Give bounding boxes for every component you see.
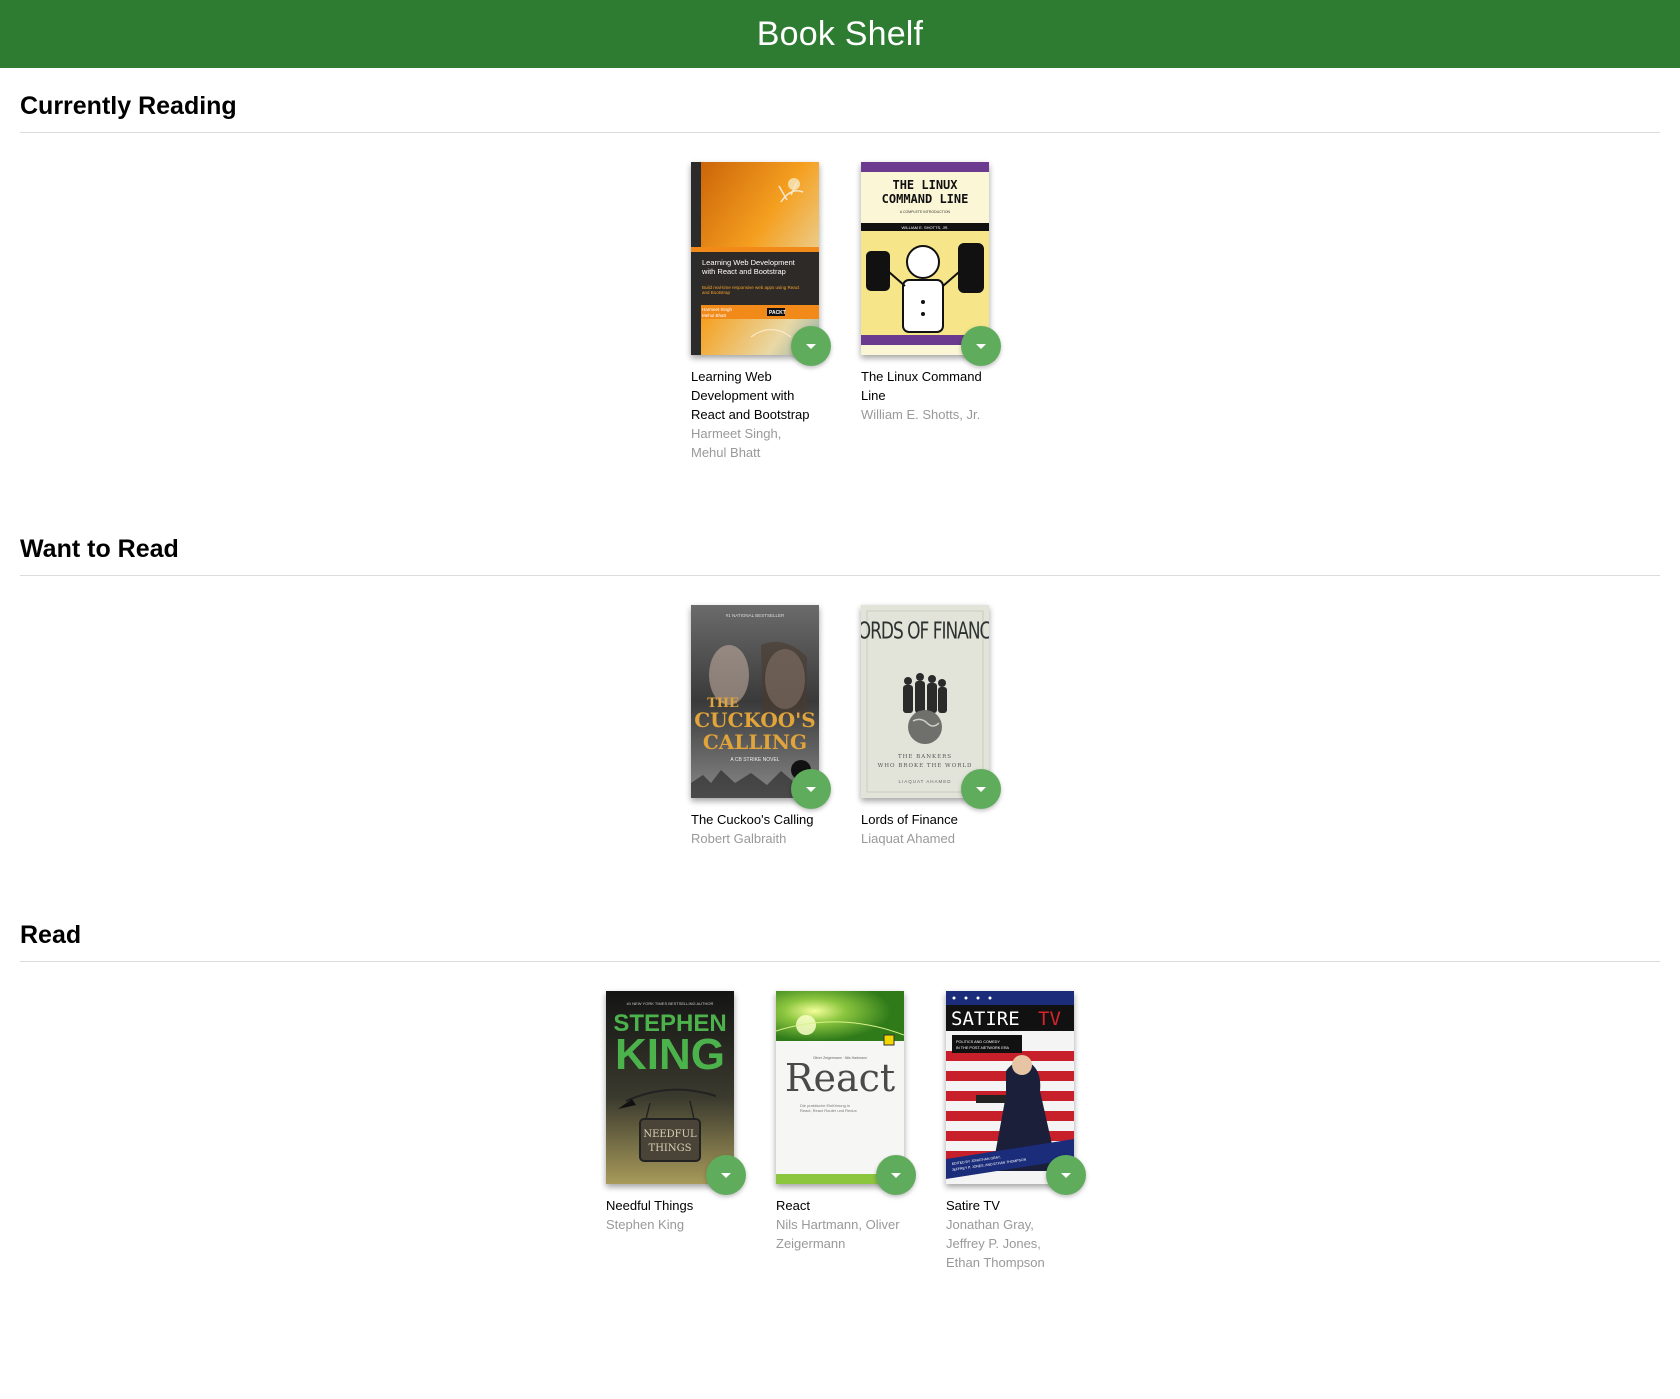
- book-item: #1 NATIONAL BESTSELLER THE CUCKOO'S CALL…: [691, 605, 831, 848]
- svg-text:#1 NEW YORK TIMES BESTSELLING: #1 NEW YORK TIMES BESTSELLING AUTHOR: [627, 1001, 714, 1006]
- shelf-want-to-read: Want to Read #1 NATIONAL BESTSELLER THE: [20, 531, 1660, 846]
- book-item: SATIRE TV POLITICS AND COMEDY IN THE POS…: [946, 991, 1086, 1272]
- svg-text:IN THE POST-NETWORK ERA: IN THE POST-NETWORK ERA: [956, 1046, 1010, 1050]
- arrow-drop-down-icon: [806, 786, 816, 792]
- books-grid: #1 NEW YORK TIMES BESTSELLING AUTHOR STE…: [20, 991, 1660, 1272]
- shelf-changer-button[interactable]: [961, 769, 1001, 809]
- svg-text:TV: TV: [1038, 1008, 1061, 1030]
- svg-text:THINGS: THINGS: [649, 1143, 692, 1154]
- svg-text:React: React: [785, 1056, 895, 1100]
- book-cover[interactable]: SATIRE TV POLITICS AND COMEDY IN THE POS…: [946, 991, 1074, 1184]
- svg-text:WHO BROKE THE WORLD: WHO BROKE THE WORLD: [878, 763, 973, 769]
- book-title: Lords of Finance: [861, 812, 958, 827]
- svg-text:SATIRE: SATIRE: [951, 1008, 1020, 1030]
- svg-text:A COMPLETE INTRODUCTION: A COMPLETE INTRODUCTION: [900, 210, 951, 214]
- book-title: Needful Things: [606, 1198, 694, 1213]
- svg-text:React, React Router und Redux: React, React Router und Redux: [800, 1108, 857, 1113]
- app-title: Book Shelf: [756, 14, 924, 53]
- book-item: Oliver Zeigermann · Nils Hartmann React …: [776, 991, 916, 1272]
- arrow-drop-down-icon: [1061, 1172, 1071, 1178]
- shelf-title: Currently Reading: [20, 88, 1660, 133]
- shelf-changer-button[interactable]: [706, 1155, 746, 1195]
- book-cover[interactable]: THE LINUX COMMAND LINE A COMPLETE INTROD…: [861, 162, 989, 355]
- shelf-changer-button[interactable]: [961, 326, 1001, 366]
- svg-text:CUCKOO'S: CUCKOO'S: [694, 708, 816, 732]
- shelf-changer-button[interactable]: [791, 326, 831, 366]
- svg-text:KING: KING: [615, 1030, 725, 1079]
- svg-text:LORDS OF FINANCE: LORDS OF FINANCE: [861, 617, 989, 644]
- book-cover[interactable]: #1 NATIONAL BESTSELLER THE CUCKOO'S CALL…: [691, 605, 819, 798]
- book-authors: Nils Hartmann, Oliver Zeigermann: [776, 1217, 900, 1251]
- arrow-drop-down-icon: [976, 343, 986, 349]
- svg-text:CALLING: CALLING: [703, 730, 807, 754]
- book-authors: Robert Galbraith: [691, 831, 787, 846]
- book-cover[interactable]: Oliver Zeigermann · Nils Hartmann React …: [776, 991, 904, 1184]
- arrow-drop-down-icon: [891, 1172, 901, 1178]
- book-authors: Liaquat Ahamed: [861, 831, 955, 846]
- book-authors: William E. Shotts, Jr.: [861, 407, 981, 422]
- book-item: #1 NEW YORK TIMES BESTSELLING AUTHOR STE…: [606, 991, 746, 1272]
- book-title: Satire TV: [946, 1198, 1000, 1213]
- svg-text:COMMAND LINE: COMMAND LINE: [882, 192, 969, 206]
- shelf-title: Want to Read: [20, 531, 1660, 576]
- shelf-title: Read: [20, 917, 1660, 962]
- book-item: LORDS OF FINANCE THE BANKERS WHO BROKE T…: [861, 605, 1001, 848]
- svg-text:WILLIAM E. SHOTTS, JR.: WILLIAM E. SHOTTS, JR.: [902, 225, 949, 230]
- book-cover[interactable]: LORDS OF FINANCE THE BANKERS WHO BROKE T…: [861, 605, 989, 798]
- svg-text:NEEDFUL: NEEDFUL: [643, 1129, 697, 1140]
- book-authors: Stephen King: [606, 1217, 685, 1232]
- svg-text:THE LINUX: THE LINUX: [892, 178, 958, 192]
- book-cover[interactable]: Learning Web Development with React and B…: [691, 162, 819, 355]
- book-authors: Harmeet Singh, Mehul Bhatt: [691, 426, 782, 460]
- svg-text:Harmeet Singh: Harmeet Singh: [702, 307, 733, 312]
- book-title: React: [776, 1198, 810, 1213]
- svg-text:Mehul Bhatt: Mehul Bhatt: [702, 313, 727, 318]
- book-title: The Cuckoo's Calling: [691, 812, 814, 827]
- svg-text:THE BANKERS: THE BANKERS: [898, 754, 952, 760]
- cover-text: Learning Web Development with React and B…: [701, 258, 796, 276]
- arrow-drop-down-icon: [806, 343, 816, 349]
- book-title: Learning Web Development with React and …: [691, 369, 810, 422]
- books-grid: #1 NATIONAL BESTSELLER THE CUCKOO'S CALL…: [20, 605, 1660, 848]
- arrow-drop-down-icon: [976, 786, 986, 792]
- book-cover[interactable]: #1 NEW YORK TIMES BESTSELLING AUTHOR STE…: [606, 991, 734, 1184]
- svg-text:#1 NATIONAL BESTSELLER: #1 NATIONAL BESTSELLER: [726, 613, 785, 618]
- shelf-changer-button[interactable]: [1046, 1155, 1086, 1195]
- app-header: Book Shelf: [0, 0, 1680, 68]
- book-item: THE LINUX COMMAND LINE A COMPLETE INTROD…: [861, 162, 1001, 462]
- book-authors: Jonathan Gray, Jeffrey P. Jones, Ethan T…: [946, 1217, 1045, 1270]
- book-item: Learning Web Development with React and B…: [691, 162, 831, 462]
- svg-text:LIAQUAT AHAMED: LIAQUAT AHAMED: [898, 779, 951, 784]
- shelf-changer-button[interactable]: [791, 769, 831, 809]
- arrow-drop-down-icon: [721, 1172, 731, 1178]
- shelf-currently-reading: Currently Reading Learning Web Developme…: [20, 88, 1660, 460]
- svg-text:and Bootstrap: and Bootstrap: [702, 290, 731, 295]
- book-title: The Linux Command Line: [861, 369, 982, 403]
- svg-text:POLITICS AND COMEDY: POLITICS AND COMEDY: [956, 1040, 1000, 1044]
- svg-text:PACKT: PACKT: [769, 310, 786, 316]
- shelf-read: Read #1 NEW YORK TIMES BESTSELLING AUTHO…: [20, 917, 1660, 1270]
- svg-text:A CB STRIKE NOVEL: A CB STRIKE NOVEL: [730, 757, 779, 763]
- shelf-changer-button[interactable]: [876, 1155, 916, 1195]
- books-grid: Learning Web Development with React and B…: [20, 162, 1660, 462]
